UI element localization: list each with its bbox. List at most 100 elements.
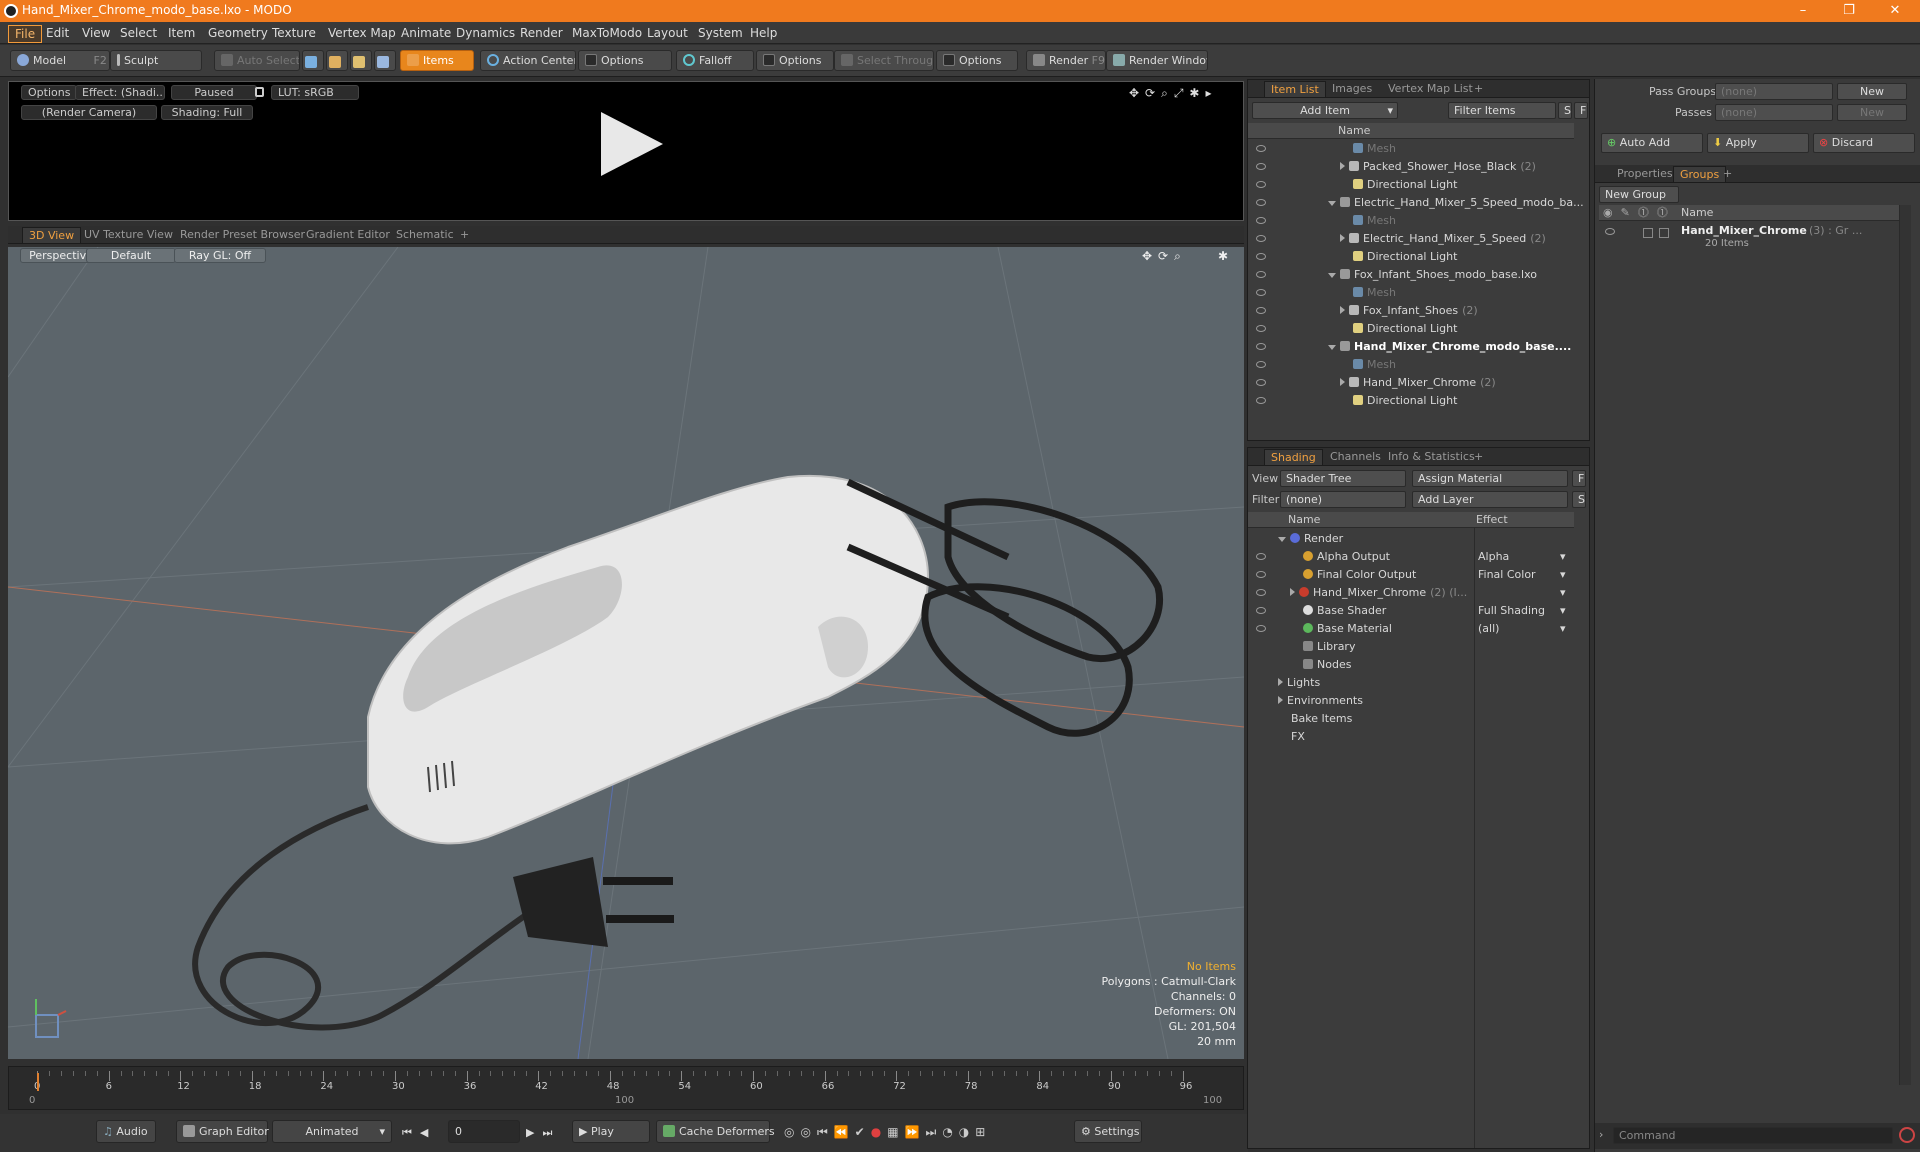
tab-vertex-map-list[interactable]: Vertex Map List [1382,81,1479,97]
play-button[interactable]: ▶ Play [572,1120,650,1143]
shader-row[interactable]: Alpha Output Alpha ▾ [1248,548,1574,566]
auto-add-button[interactable]: ⊕ Auto Add [1601,133,1703,153]
tab-properties[interactable]: Properties [1611,166,1679,182]
lock-checkbox[interactable] [1643,228,1653,238]
tab-images[interactable]: Images [1326,81,1378,97]
effect-dropdown-icon[interactable]: ▾ [1560,620,1566,638]
vertices-mode-button[interactable] [302,50,324,71]
shader-row[interactable]: FX [1248,728,1574,746]
visibility-eye-icon[interactable] [1256,271,1266,278]
preview-nav-icons[interactable]: ✥⟳⌕⤢✱▸ [1129,86,1218,101]
tab-3d-view[interactable]: 3D View [22,227,82,243]
visibility-eye-icon[interactable] [1256,235,1266,242]
visibility-eye-icon[interactable] [1256,289,1266,296]
item-row[interactable]: Mesh [1248,356,1574,374]
item-row[interactable]: Mesh [1248,140,1574,158]
expand-right-icon[interactable] [1278,678,1283,686]
visibility-eye-icon[interactable] [1256,145,1266,152]
preview-effect-dropdown[interactable]: Effect: (Shadi... [75,85,165,100]
discard-button[interactable]: ⊗ Discard [1813,133,1915,153]
item-row[interactable]: Mesh [1248,284,1574,302]
select-through-button[interactable]: Select Through [834,50,934,71]
settings-button[interactable]: ⚙ Settings [1074,1120,1142,1143]
menu-edit[interactable]: Edit [40,25,75,41]
tab-schematic[interactable]: Schematic [390,227,460,243]
shading-dropdown[interactable]: Shading: Full [161,105,253,120]
preview-options-button[interactable]: Options [21,85,78,100]
shader-row[interactable]: Nodes [1248,656,1574,674]
audio-button[interactable]: ♫ Audio [96,1120,156,1143]
shader-effect[interactable]: Full Shading [1478,602,1545,620]
select-through-options-button[interactable]: Options [936,50,1018,71]
new-group-button[interactable]: New Group [1599,186,1679,203]
add-layer-dropdown[interactable]: Add Layer [1412,491,1568,508]
step-back-buttons[interactable]: ⏮◀ [402,1126,436,1140]
sculpt-mode-button[interactable]: Sculpt [110,50,202,71]
key-tools-icons[interactable]: ◎◎⏮⏪✔●▦⏩⏭◔◑⊞ [784,1125,991,1140]
visibility-eye-icon[interactable] [1256,217,1266,224]
lock-icon[interactable] [255,87,264,97]
menu-item[interactable]: Item [162,25,201,41]
visibility-eye-icon[interactable] [1256,607,1266,614]
render-window-button[interactable]: Render Window [1106,50,1208,71]
menu-maxtomodo[interactable]: MaxToModo [566,25,648,41]
item-row[interactable]: Directional Light [1248,176,1574,194]
visibility-eye-icon[interactable] [1256,553,1266,560]
menu-dynamics[interactable]: Dynamics [450,25,521,41]
expand-right-icon[interactable] [1340,162,1345,170]
visibility-eye-icon[interactable] [1256,253,1266,260]
expand-right-icon[interactable] [1340,306,1345,314]
menu-geometry[interactable]: Geometry [202,25,274,41]
visibility-eye-icon[interactable] [1256,181,1266,188]
item-row[interactable]: Mesh [1248,212,1574,230]
add-tab-button[interactable]: + [1717,166,1738,182]
filter-items-input[interactable]: Filter Items [1448,102,1556,119]
item-row[interactable]: Hand_Mixer_Chrome_modo_base.... [1248,338,1574,356]
graph-editor-button[interactable]: Graph Editor [176,1120,269,1143]
visibility-eye-icon[interactable] [1256,199,1266,206]
shader-effect[interactable]: Final Color [1478,566,1536,584]
menu-texture[interactable]: Texture [266,25,322,41]
materials-mode-button[interactable] [374,50,396,71]
menu-system[interactable]: System [692,25,749,41]
shader-tree-dropdown[interactable]: Shader Tree [1280,470,1406,487]
expand-right-icon[interactable] [1340,378,1345,386]
expand-down-icon[interactable] [1278,537,1286,542]
expand-down-icon[interactable] [1328,201,1336,206]
groups-scrollbar[interactable] [1899,205,1911,1085]
pass-groups-dropdown[interactable]: (none) [1715,83,1833,100]
item-row[interactable]: Directional Light [1248,248,1574,266]
shader-row[interactable]: Base Material (all) ▾ [1248,620,1574,638]
tab-uv-texture-view[interactable]: UV Texture View [78,227,179,243]
edges-mode-button[interactable] [326,50,348,71]
playhead[interactable] [37,1073,39,1091]
record-icon[interactable] [1899,1127,1915,1143]
item-row[interactable]: Electric_Hand_Mixer_5_Speed_modo_ba... [1248,194,1584,212]
menu-layout[interactable]: Layout [641,25,694,41]
frame-input[interactable]: 0 [448,1120,520,1143]
visibility-eye-icon[interactable] [1256,307,1266,314]
item-row[interactable]: Fox_Infant_Shoes_modo_base.lxo [1248,266,1574,284]
shader-row[interactable]: Hand_Mixer_Chrome (2) (I... ▾ [1248,584,1574,602]
shading-f-button[interactable]: F [1572,470,1586,487]
add-tab-button[interactable]: + [1468,449,1489,465]
effect-dropdown-icon[interactable]: ▾ [1560,602,1566,620]
item-row[interactable]: Directional Light [1248,392,1574,410]
polygons-mode-button[interactable] [350,50,372,71]
tab-shading[interactable]: Shading [1264,449,1323,465]
effect-dropdown-icon[interactable]: ▾ [1560,548,1566,566]
menu-help[interactable]: Help [744,25,783,41]
menu-view[interactable]: View [76,25,116,41]
menu-file[interactable]: File [8,25,43,43]
shader-row[interactable]: Lights [1248,674,1574,692]
shader-row[interactable]: Library [1248,638,1574,656]
menu-select[interactable]: Select [114,25,163,41]
add-item-dropdown[interactable]: Add Item ▾ [1252,102,1398,119]
shader-row[interactable]: Base Shader Full Shading ▾ [1248,602,1574,620]
default-dropdown[interactable]: Default [86,248,176,263]
visibility-eye-icon[interactable] [1256,589,1266,596]
command-input[interactable]: Command [1613,1127,1893,1144]
tab-gradient-editor[interactable]: Gradient Editor [300,227,396,243]
effect-dropdown-icon[interactable]: ▾ [1560,584,1566,602]
item-row[interactable]: Packed_Shower_Hose_Black (2) [1248,158,1574,176]
